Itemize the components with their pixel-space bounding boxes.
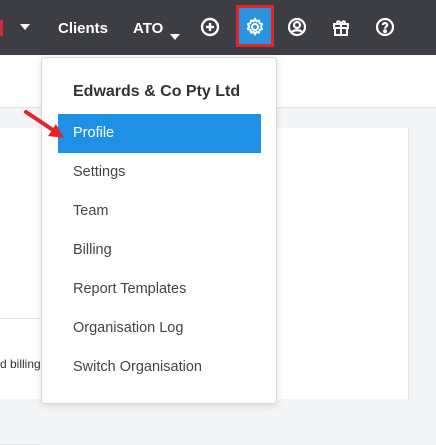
menu-item-organisation-log[interactable]: Organisation Log [58,309,261,348]
settings-dropdown-menu: Edwards & Co Pty Ltd Profile Settings Te… [41,57,277,404]
menu-item-billing[interactable]: Billing [58,231,261,270]
user-circle-icon[interactable] [285,15,309,39]
nav-ato[interactable]: ATO [133,20,163,38]
menu-item-switch-organisation[interactable]: Switch Organisation [58,348,261,387]
menu-item-team[interactable]: Team [58,192,261,231]
org-switcher-dropdown[interactable] [20,16,38,38]
annotation-arrow-icon [24,110,64,138]
organisation-name: Edwards & Co Pty Ltd [73,83,241,100]
gift-icon[interactable] [329,15,353,39]
menu-item-profile[interactable]: Profile [58,114,261,153]
menu-item-settings[interactable]: Settings [58,153,261,192]
brand-edge [0,20,3,36]
divider [0,318,40,319]
chevron-down-icon [20,24,30,30]
chevron-down-icon[interactable] [170,34,180,40]
billing-text-fragment: d billing [0,357,41,371]
plus-circle-icon[interactable] [198,15,222,39]
nav-clients[interactable]: Clients [58,20,108,38]
menu-item-report-templates[interactable]: Report Templates [58,270,261,309]
top-navigation-bar: Clients ATO [0,0,436,55]
help-circle-icon[interactable] [373,15,397,39]
gear-icon[interactable] [243,15,267,39]
